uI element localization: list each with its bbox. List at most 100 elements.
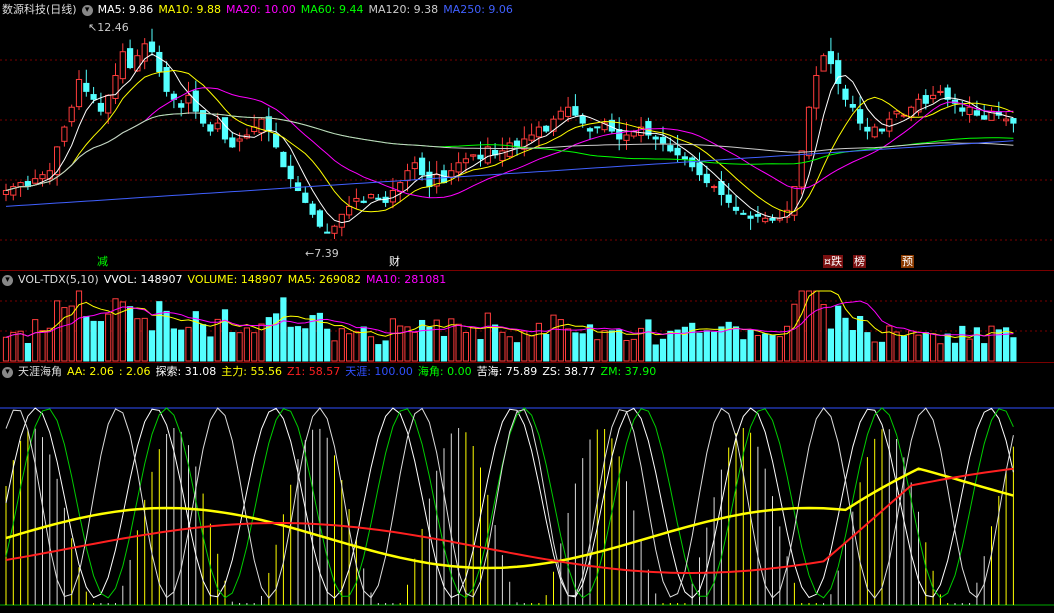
candle-body bbox=[820, 55, 827, 72]
volume-bar bbox=[900, 335, 907, 362]
price-panel[interactable]: 数源科技(日线) ▾ MA5: 9.86 MA10: 9.88 MA20: 10.00 M… bbox=[0, 0, 1054, 272]
volume-bar bbox=[827, 328, 834, 362]
volume-bar bbox=[134, 318, 141, 362]
volume-bar bbox=[397, 325, 404, 362]
volume-bar bbox=[535, 322, 542, 362]
volume-bar bbox=[382, 340, 389, 362]
candle-body bbox=[981, 115, 988, 120]
price-chart[interactable]: ↖12.46 ←7.39 bbox=[0, 0, 1054, 272]
volume-bar bbox=[324, 328, 331, 362]
candle-body bbox=[827, 51, 834, 65]
candle-body bbox=[703, 173, 710, 184]
volume-bar bbox=[616, 329, 623, 362]
volume-bar bbox=[776, 336, 783, 362]
candle-body bbox=[543, 125, 550, 132]
candle-body bbox=[207, 124, 214, 132]
volume-indicator-0: VVOL: 148907 bbox=[103, 273, 183, 286]
candle-body bbox=[842, 88, 849, 100]
marker-finance[interactable]: 财 bbox=[388, 255, 401, 268]
candle-body bbox=[769, 217, 776, 221]
volume-bar bbox=[849, 330, 856, 362]
volume-bar bbox=[813, 290, 820, 362]
candle-body bbox=[90, 94, 97, 100]
candle-body bbox=[148, 41, 156, 53]
volume-bar bbox=[156, 301, 163, 362]
volume-bar bbox=[703, 330, 710, 362]
volume-bar bbox=[484, 312, 491, 362]
volume-bar bbox=[820, 304, 827, 362]
candle-body bbox=[462, 158, 469, 164]
candle-body bbox=[17, 182, 24, 187]
volume-bar bbox=[711, 331, 718, 362]
candle-body bbox=[973, 110, 980, 116]
candle-body bbox=[886, 118, 893, 132]
volume-bar bbox=[652, 344, 659, 362]
indicator-indicator-3: 主力: 55.56 bbox=[221, 365, 282, 378]
chevron-down-icon[interactable]: ▾ bbox=[81, 5, 93, 16]
volume-panel[interactable]: ▾ VOL-TDX(5,10) VVOL: 148907 VOLUME: 148907… bbox=[0, 271, 1054, 363]
volume-bar bbox=[419, 319, 426, 362]
volume-bar bbox=[550, 314, 557, 362]
volume-bar bbox=[565, 328, 572, 362]
candle-body bbox=[214, 122, 221, 130]
volume-bar bbox=[185, 326, 192, 362]
candle-body bbox=[455, 162, 462, 173]
indicator-indicator-7: 苦海: 75.89 bbox=[476, 365, 538, 378]
volume-bar bbox=[367, 336, 375, 362]
candle-body bbox=[236, 138, 243, 142]
volume-bar bbox=[521, 330, 528, 362]
chevron-down-icon[interactable]: ▾ bbox=[2, 367, 13, 378]
candle-body bbox=[470, 154, 477, 157]
volume-bar bbox=[470, 327, 477, 362]
candle-body bbox=[294, 182, 302, 192]
volume-bar bbox=[163, 310, 170, 362]
volume-bar bbox=[455, 323, 462, 362]
indicator-header: ▾ 天涯海角 AA: 2.06: 2.06 探索: 31.08 主力: 55.56 Z1:… bbox=[2, 364, 666, 379]
marker-drop[interactable]: ¤跌 bbox=[823, 255, 843, 268]
volume-bar bbox=[440, 335, 448, 362]
candle-body bbox=[805, 106, 813, 157]
marker-reduce[interactable]: 减 bbox=[96, 255, 109, 268]
candle-body bbox=[616, 129, 623, 140]
candle-body bbox=[1003, 118, 1010, 122]
low-price-label: ←7.39 bbox=[305, 247, 339, 260]
volume-bar bbox=[54, 300, 61, 362]
candle-body bbox=[681, 156, 688, 160]
volume-bar bbox=[97, 321, 105, 362]
volume-bar bbox=[791, 303, 798, 362]
volume-bar bbox=[112, 298, 119, 362]
indicator-indicator-8: ZS: 38.77 bbox=[542, 365, 596, 378]
candle-body bbox=[711, 186, 718, 189]
volume-indicator-1: VOLUME: 148907 bbox=[187, 273, 283, 286]
candle-body bbox=[813, 75, 820, 109]
indicator-indicator-9: ZM: 37.90 bbox=[600, 365, 657, 378]
candle-body bbox=[528, 134, 535, 141]
volume-bar bbox=[579, 333, 586, 362]
volume-bar bbox=[857, 315, 864, 362]
candle-body bbox=[127, 48, 134, 69]
indicator-panel[interactable]: ▾ 天涯海角 AA: 2.06: 2.06 探索: 31.08 主力: 55.56 Z1:… bbox=[0, 363, 1054, 613]
volume-bar bbox=[75, 290, 83, 362]
volume-bar bbox=[623, 340, 630, 362]
candle-body bbox=[689, 157, 696, 168]
volume-bar bbox=[375, 344, 382, 362]
candle-body bbox=[572, 106, 579, 116]
candle-body bbox=[747, 215, 754, 219]
volume-bar bbox=[981, 343, 988, 362]
candle-body bbox=[864, 126, 871, 132]
indicator-chart[interactable] bbox=[0, 363, 1054, 613]
volume-bar bbox=[842, 317, 849, 362]
volume-bar bbox=[39, 330, 46, 362]
candle-body bbox=[61, 126, 68, 142]
indicator-indicator-0: AA: 2.06 bbox=[67, 365, 114, 378]
marker-forecast[interactable]: 预 bbox=[901, 255, 914, 268]
candle-body bbox=[674, 147, 681, 156]
volume-bar bbox=[1003, 327, 1010, 362]
candle-body bbox=[448, 170, 455, 178]
candle-body bbox=[565, 106, 572, 117]
volume-bar bbox=[178, 329, 185, 362]
chevron-down-icon[interactable]: ▾ bbox=[2, 275, 13, 286]
indicator-title: 天涯海角 bbox=[18, 365, 62, 378]
marker-rank[interactable]: 榜 bbox=[853, 255, 866, 268]
candle-body bbox=[579, 115, 586, 124]
